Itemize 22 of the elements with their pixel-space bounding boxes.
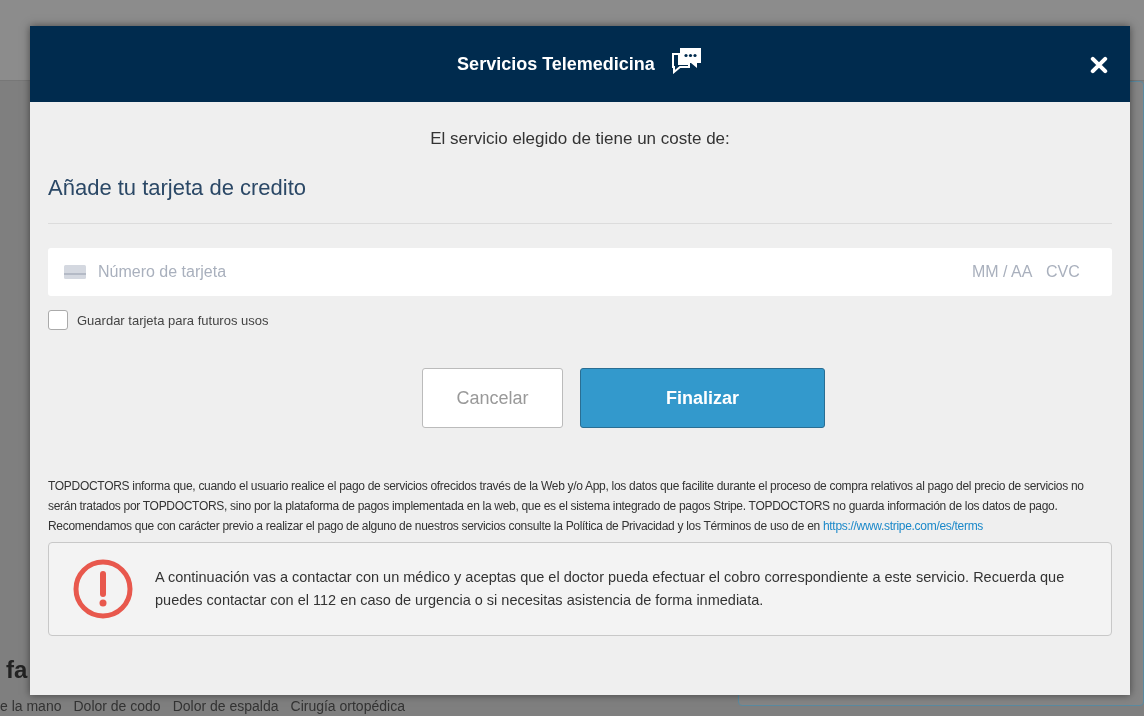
- specialty-tag[interactable]: e la mano: [0, 698, 62, 714]
- warning-icon: [73, 559, 133, 619]
- page-heading: fa: [5, 656, 29, 685]
- terms-link[interactable]: https://www.stripe.com/es/terms: [822, 519, 984, 533]
- save-card-label: Guardar tarjeta para futuros usos: [77, 312, 269, 328]
- legal-notice: TOPDOCTORS informa que, cuando el usuario realice el pago de servicios ofrecidos través de la Web y/o App, los datos que facilite durante el proceso de compra relativos al pago del precio de servicios no serán tratados por TOPDOCTORS, sino por la plataforma de pagos implementada en la web, que es el sistema integrado de pagos Stripe. TOPDOCTORS no guarda información de los datos de pago. Recomendamos que con carácter previo a realizar el pago de alguno de nuestros servicios consulte la Política de Privacidad y los Términos de uso de en https://www.stripe.com/es/terms: [48, 478, 1085, 535]
- alert-text: A continuación vas a contactar con un médico y aceptas que el doctor pueda efectuar el cobro correspondiente a este servicio. Recuerda que puedes contactar con el 112 en caso de urgencia o si necesitas asistencia de forma inmediata.: [155, 568, 1066, 610]
- save-card-checkbox[interactable]: [48, 310, 68, 330]
- expiry-field[interactable]: MM / AA: [972, 263, 1036, 281]
- card-input-field[interactable]: Número de tarjeta MM / AA CVC: [48, 248, 1112, 296]
- credit-card-icon: [64, 265, 86, 279]
- section-title: Añade tu tarjeta de credito: [48, 175, 308, 201]
- cost-text: El servicio elegido de tiene un coste de:: [429, 129, 731, 149]
- cvc-field[interactable]: CVC: [1046, 263, 1084, 281]
- specialty-tag[interactable]: Cirugía ortopédica: [290, 698, 405, 714]
- specialty-tag[interactable]: Dolor de espalda: [172, 698, 279, 714]
- card-number-field[interactable]: Número de tarjeta: [96, 262, 962, 282]
- specialty-tag[interactable]: Dolor de codo: [73, 698, 161, 714]
- close-icon[interactable]: [1090, 56, 1108, 74]
- finish-button[interactable]: Finalizar: [580, 368, 825, 428]
- cancel-button[interactable]: Cancelar: [422, 368, 563, 428]
- dialog-title: Servicios Telemedicina: [457, 53, 655, 75]
